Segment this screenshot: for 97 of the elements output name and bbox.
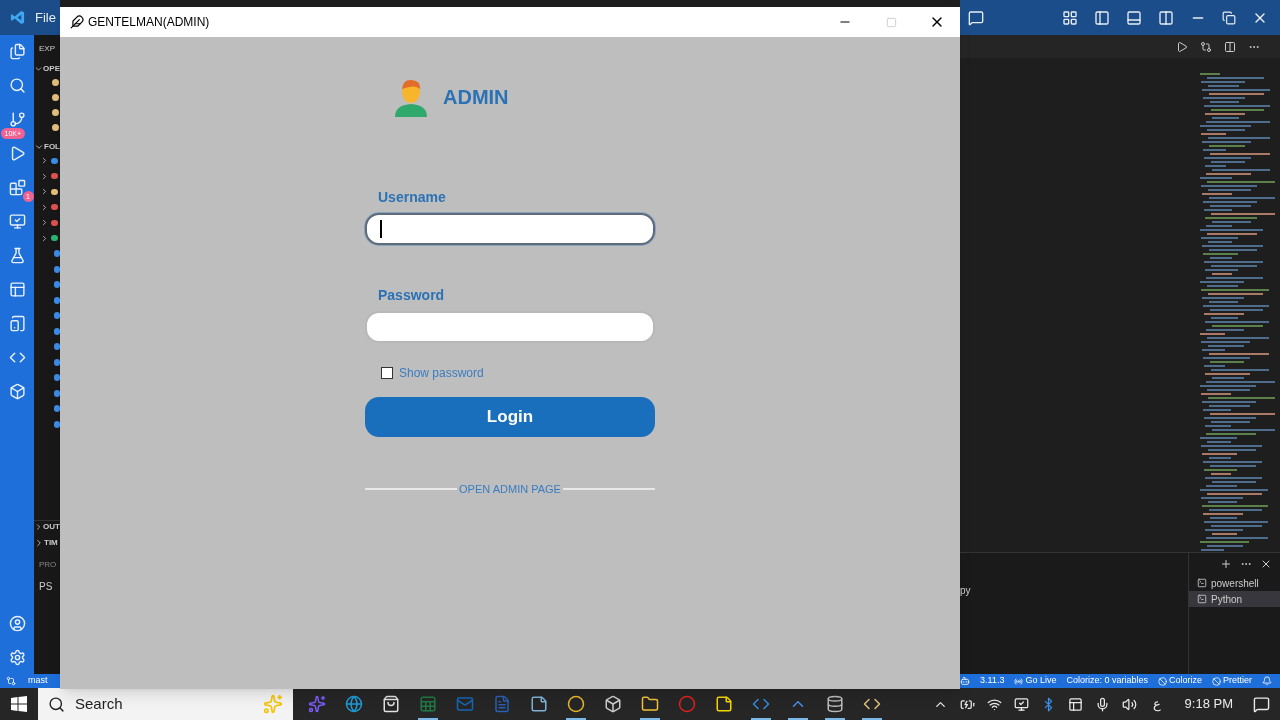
account-icon[interactable] <box>8 615 26 632</box>
store-icon[interactable] <box>382 695 400 713</box>
sidebar-toggle-icon[interactable] <box>1094 9 1110 26</box>
compare-icon[interactable] <box>1200 40 1212 53</box>
running-indicator <box>751 718 771 720</box>
clock[interactable]: 9:18 PM <box>1176 694 1241 714</box>
file-icon <box>52 79 59 86</box>
section-title: EXP <box>38 43 56 55</box>
running-indicator <box>640 718 660 720</box>
cube-icon[interactable] <box>8 383 26 400</box>
robot-icon[interactable] <box>960 676 971 686</box>
running-indicator <box>566 718 586 720</box>
restore-icon[interactable] <box>1222 10 1236 25</box>
running-indicator <box>862 718 882 720</box>
chat-icon[interactable] <box>968 9 984 26</box>
document-icon[interactable] <box>493 695 511 713</box>
spreadsheet-icon[interactable] <box>419 695 437 713</box>
login-button[interactable]: Login <box>365 397 655 437</box>
browser-icon[interactable] <box>345 695 363 713</box>
field-label: Username <box>377 188 447 207</box>
search-box[interactable]: Search <box>38 688 293 720</box>
sparkle-icon <box>263 694 283 714</box>
folder-icon <box>51 204 58 211</box>
notification-icon[interactable] <box>1253 695 1270 713</box>
close-icon[interactable] <box>1260 558 1272 570</box>
layout-icon[interactable] <box>1062 9 1078 26</box>
file-icon <box>52 94 59 101</box>
status-item[interactable]: Colorize: 0 variables <box>1066 674 1148 688</box>
chevron-icon <box>34 64 44 74</box>
blocked-icon <box>1157 676 1167 686</box>
panel-toggle-icon[interactable] <box>1126 9 1142 26</box>
section-title: FOL <box>44 141 60 153</box>
running-indicator <box>788 718 808 720</box>
running-indicator <box>825 718 845 720</box>
admin-heading: ADMIN <box>443 85 509 110</box>
status-item[interactable]: Go Live <box>1014 674 1057 688</box>
terminal-text: py <box>960 585 971 596</box>
bell-icon[interactable] <box>1262 676 1272 686</box>
assistant-icon[interactable] <box>308 695 326 713</box>
status-item[interactable]: Colorize <box>1157 674 1202 688</box>
volume-icon[interactable] <box>1121 696 1137 712</box>
notepad-icon[interactable] <box>530 695 548 713</box>
feather-icon <box>70 15 84 29</box>
input-field[interactable] <box>365 311 655 343</box>
flask-icon[interactable] <box>8 247 26 264</box>
field-label: Password <box>377 286 446 305</box>
sticky-note-icon[interactable] <box>715 695 733 713</box>
files-icon[interactable] <box>8 43 26 60</box>
branch-status[interactable]: mast <box>28 674 48 688</box>
device-icon[interactable] <box>8 315 26 332</box>
terminal-tab[interactable]: Python <box>1189 591 1280 607</box>
status-item[interactable]: 3.11.3 <box>980 674 1005 688</box>
split-icon[interactable] <box>1224 40 1236 53</box>
windows-logo-icon <box>11 696 27 712</box>
file-icon <box>52 124 59 131</box>
add-icon[interactable] <box>1220 558 1232 570</box>
blocks-icon[interactable] <box>8 179 26 196</box>
database-icon[interactable] <box>826 695 844 713</box>
maximize-icon <box>885 16 897 28</box>
text-cursor <box>380 220 382 238</box>
menu-item[interactable]: File <box>35 7 56 28</box>
search-icon <box>48 695 65 713</box>
checkbox-box[interactable] <box>381 367 393 379</box>
user-avatar-icon <box>393 77 429 117</box>
folder-icon[interactable] <box>641 695 659 713</box>
folder-icon <box>51 235 58 242</box>
input-field[interactable] <box>365 213 655 245</box>
running-indicator <box>418 718 438 720</box>
monitor-icon[interactable] <box>8 213 26 230</box>
folder-icon <box>51 219 58 226</box>
window-title: GENTELMAN(ADMIN) <box>88 14 210 31</box>
file-icon <box>52 109 59 116</box>
terminal-text: PS <box>38 580 54 594</box>
folder-icon <box>51 173 58 180</box>
folder-icon <box>51 157 58 164</box>
microphone-icon[interactable] <box>1094 696 1110 712</box>
settings-icon[interactable] <box>8 649 26 666</box>
section-title: OUT <box>43 521 60 533</box>
terminal-icon <box>1197 578 1207 588</box>
run-icon[interactable] <box>1176 40 1188 53</box>
panel-icon[interactable] <box>8 281 26 298</box>
terminal-icon <box>1197 594 1207 604</box>
mail-icon[interactable] <box>456 695 474 713</box>
language-indicator[interactable]: ع <box>1148 694 1165 714</box>
remote-icon[interactable] <box>6 676 16 686</box>
section-title: OPE <box>43 63 60 75</box>
folder-icon <box>51 188 58 195</box>
wifi-icon[interactable] <box>986 696 1002 712</box>
status-item[interactable]: Prettier <box>1212 674 1252 688</box>
branch-icon[interactable] <box>8 111 26 128</box>
search-icon[interactable] <box>8 77 26 94</box>
broadcast-icon <box>1014 676 1024 686</box>
record-icon[interactable] <box>678 695 696 713</box>
terminal-tab[interactable]: powershell <box>1189 575 1280 591</box>
panel-tab[interactable]: PRO <box>34 559 60 571</box>
section-title: TIM <box>44 537 58 549</box>
blocked-icon <box>1212 676 1221 686</box>
